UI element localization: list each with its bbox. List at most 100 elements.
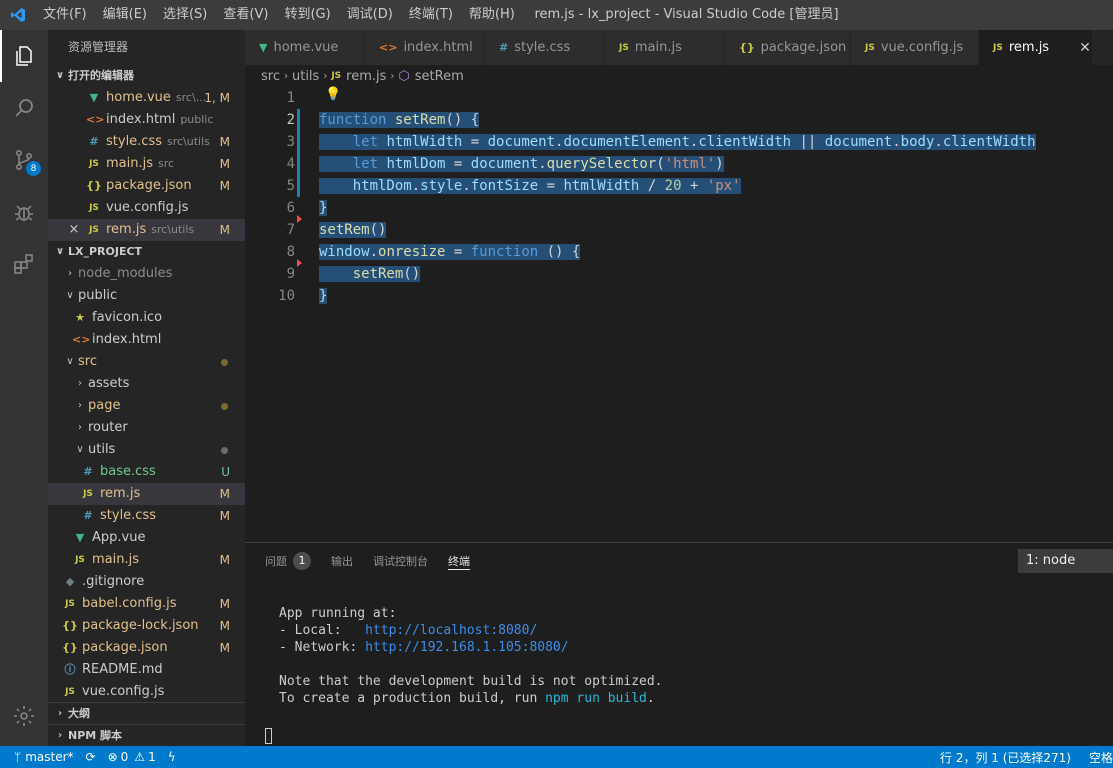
file-path: src\utils: [151, 223, 195, 236]
menu-help[interactable]: 帮助(H): [461, 0, 523, 30]
extensions-icon[interactable]: [0, 238, 48, 290]
code-editor[interactable]: 💡 1 2 function setRem() {3 let htmlWidth =…: [245, 87, 1113, 542]
menu-edit[interactable]: 编辑(E): [95, 0, 155, 30]
file-name: router: [88, 420, 128, 435]
gutter-deleted-marker[interactable]: [297, 259, 302, 267]
tab-rem-js[interactable]: JS rem.js ✕: [979, 30, 1093, 65]
tree-main-js[interactable]: JS main.js M: [48, 549, 245, 571]
debug-icon[interactable]: [0, 186, 48, 238]
js-file-icon: JS: [83, 489, 93, 499]
tab-label: package.json: [760, 40, 847, 55]
tab-debug-console[interactable]: 调试控制台: [373, 543, 428, 578]
tab-output[interactable]: 输出: [331, 543, 353, 578]
source-control-icon[interactable]: 8: [0, 134, 48, 186]
warning-count: 1: [148, 750, 156, 764]
tab-style-css[interactable]: # style.css: [485, 30, 605, 65]
error-count: 0: [120, 750, 129, 764]
tree-base-css[interactable]: # base.css U: [48, 461, 245, 483]
branch-indicator[interactable]: ᛘ master*: [0, 746, 80, 768]
close-icon[interactable]: ✕: [1079, 40, 1091, 56]
open-editor-rem-js[interactable]: × JS rem.js src\utils M: [48, 219, 245, 241]
sync-icon[interactable]: ⟳: [80, 746, 102, 768]
bottom-panel: 问题 1 输出 调试控制台 终端 1: node App running at:…: [245, 542, 1113, 746]
terminal-output[interactable]: App running at: - Local: http://localhos…: [279, 605, 663, 707]
tree-vue-config[interactable]: JS vue.config.js: [48, 681, 245, 703]
chevron-right-icon: ›: [57, 729, 63, 741]
local-url-link[interactable]: http://localhost:8080/: [365, 623, 537, 638]
file-name: src: [78, 354, 97, 369]
npm-scripts-header[interactable]: › NPM 脚本: [48, 724, 245, 746]
tree-readme[interactable]: ⓘ README.md: [48, 659, 245, 681]
tree-gitignore[interactable]: ◆ .gitignore: [48, 571, 245, 593]
problems-indicator[interactable]: ⊗ 0 ⚠ 1: [102, 746, 162, 768]
tree-babel-config[interactable]: JS babel.config.js M: [48, 593, 245, 615]
vue-file-icon: ▼: [259, 41, 268, 54]
indentation-indicator[interactable]: 空格: [1083, 746, 1113, 768]
build-command: npm run build: [545, 691, 647, 706]
tree-node-modules[interactable]: › node_modules: [48, 263, 245, 285]
tree-index-html[interactable]: <> index.html: [48, 329, 245, 351]
breadcrumb-symbol[interactable]: setRem: [415, 69, 464, 84]
menu-file[interactable]: 文件(F): [35, 0, 95, 30]
menu-view[interactable]: 查看(V): [215, 0, 276, 30]
explorer-icon[interactable]: [0, 30, 48, 82]
tree-router[interactable]: › router: [48, 417, 245, 439]
breadcrumb-src[interactable]: src: [261, 69, 280, 84]
open-editor-main-js[interactable]: JS main.js src M: [48, 153, 245, 175]
menu-selection[interactable]: 选择(S): [155, 0, 215, 30]
breadcrumb-file[interactable]: rem.js: [346, 69, 386, 84]
lightbulb-icon[interactable]: 💡: [325, 87, 341, 102]
menu-go[interactable]: 转到(G): [276, 0, 338, 30]
file-name: README.md: [82, 662, 163, 677]
tab-vue-config-js[interactable]: JS vue.config.js: [851, 30, 979, 65]
open-editor-home-vue[interactable]: ▼ home.vue src\... 1, M: [48, 87, 245, 109]
code-line: }: [319, 200, 328, 216]
tree-utils[interactable]: ∨ utils: [48, 439, 245, 461]
close-icon[interactable]: ×: [66, 219, 82, 241]
line-number: 8: [286, 244, 295, 260]
gutter-deleted-marker[interactable]: [297, 215, 302, 223]
file-name: style.css: [100, 508, 156, 523]
cursor-position[interactable]: 行 2，列 1 (已选择271): [934, 746, 1083, 768]
gutter-modified-marker[interactable]: [297, 153, 300, 175]
open-editors-header[interactable]: ∨ 打开的编辑器: [48, 65, 245, 87]
search-icon[interactable]: [0, 82, 48, 134]
open-editor-style-css[interactable]: # style.css src\utils M: [48, 131, 245, 153]
network-url-link[interactable]: http://192.168.1.105:8080/: [365, 640, 569, 655]
tab-main-js[interactable]: JS main.js: [605, 30, 725, 65]
tab-problems[interactable]: 问题 1: [265, 543, 311, 578]
settings-gear-icon[interactable]: [0, 690, 48, 742]
tree-assets[interactable]: › assets: [48, 373, 245, 395]
code-line: let htmlDom = document.querySelector('ht…: [319, 153, 724, 175]
project-header[interactable]: ∨ LX_PROJECT: [48, 241, 245, 263]
terminal-select[interactable]: 1: node: [1018, 549, 1113, 573]
tree-style-css[interactable]: # style.css M: [48, 505, 245, 527]
tree-favicon[interactable]: ★ favicon.ico: [48, 307, 245, 329]
gutter-modified-marker[interactable]: [297, 131, 300, 153]
tree-app-vue[interactable]: ▼ App.vue: [48, 527, 245, 549]
vscode-logo-icon: [0, 0, 35, 30]
tab-package-json[interactable]: {} package.json: [725, 30, 851, 65]
gutter-modified-marker[interactable]: [297, 109, 300, 131]
gutter-modified-marker[interactable]: [297, 175, 300, 197]
tab-home-vue[interactable]: ▼ home.vue: [245, 30, 365, 65]
tab-terminal[interactable]: 终端: [448, 543, 470, 578]
outline-header[interactable]: › 大纲: [48, 702, 245, 724]
open-editor-vue-config-js[interactable]: JS vue.config.js: [48, 197, 245, 219]
breadcrumb-utils[interactable]: utils: [292, 69, 319, 84]
lightning-icon[interactable]: ϟ: [162, 746, 182, 768]
chevron-right-icon: ›: [57, 707, 63, 719]
open-editor-index-html[interactable]: <> index.html public: [48, 109, 245, 131]
menu-terminal[interactable]: 终端(T): [401, 0, 461, 30]
menu-debug[interactable]: 调试(D): [339, 0, 401, 30]
tree-page[interactable]: › page: [48, 395, 245, 417]
tree-package-json[interactable]: {} package.json M: [48, 637, 245, 659]
code-line: let htmlWidth = document.documentElement…: [319, 131, 1036, 153]
tree-src[interactable]: ∨ src: [48, 351, 245, 373]
terminal-cursor: [265, 728, 272, 744]
tree-rem-js[interactable]: JS rem.js M: [48, 483, 245, 505]
open-editor-package-json[interactable]: {} package.json M: [48, 175, 245, 197]
tab-index-html[interactable]: <> index.html: [365, 30, 485, 65]
tree-package-lock[interactable]: {} package-lock.json M: [48, 615, 245, 637]
tree-public[interactable]: ∨ public: [48, 285, 245, 307]
